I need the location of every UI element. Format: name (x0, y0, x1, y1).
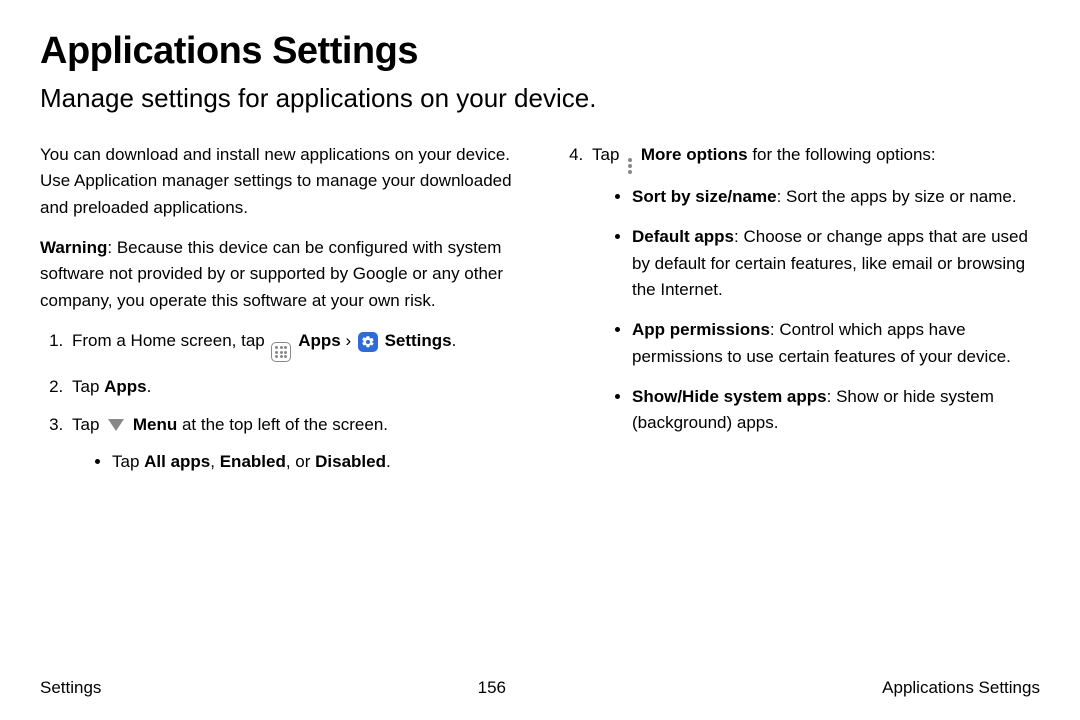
left-column: You can download and install new applica… (40, 142, 520, 489)
s3s-b2: Enabled (220, 452, 286, 471)
step3-sublist: Tap All apps, Enabled, or Disabled. (72, 449, 520, 475)
page-title: Applications Settings (40, 30, 1040, 73)
page-subtitle: Manage settings for applications on your… (40, 83, 1040, 114)
step3-prefix: Tap (72, 415, 104, 434)
apps-icon (271, 342, 291, 362)
opt4-b: Show/Hide system apps (632, 387, 827, 406)
page-footer: Settings 156 Applications Settings (40, 678, 1040, 698)
manual-page: Applications Settings Manage settings fo… (0, 0, 1080, 720)
warning-text: : Because this device can be configured … (40, 238, 503, 310)
opt1-t: : Sort the apps by size or name. (777, 187, 1017, 206)
s3s-s2: , or (286, 452, 315, 471)
step-3: Tap Menu at the top left of the screen. … (68, 412, 520, 475)
s3s-b1: All apps (144, 452, 210, 471)
steps-list-left: From a Home screen, tap Apps › Settings.… (40, 328, 520, 475)
option-show-hide: Show/Hide system apps: Show or hide syst… (632, 384, 1040, 437)
option-app-permissions: App permissions: Control which apps have… (632, 317, 1040, 370)
step1-settings-label: Settings (385, 331, 452, 350)
warning-label: Warning (40, 238, 107, 257)
settings-icon (358, 332, 378, 352)
step3-suffix: at the top left of the screen. (177, 415, 388, 434)
option-default-apps: Default apps: Choose or change apps that… (632, 224, 1040, 303)
step1-apps-label: Apps (298, 331, 341, 350)
s3s-b3: Disabled (315, 452, 386, 471)
step3-bold: Menu (128, 415, 177, 434)
opt3-b: App permissions (632, 320, 770, 339)
step1-prefix: From a Home screen, tap (72, 331, 269, 350)
s3s-s1: , (210, 452, 219, 471)
step2-end: . (147, 377, 152, 396)
step-2: Tap Apps. (68, 374, 520, 400)
warning-paragraph: Warning: Because this device can be conf… (40, 235, 520, 314)
step2-prefix: Tap (72, 377, 104, 396)
footer-left: Settings (40, 678, 101, 698)
step1-sep: › (345, 331, 355, 350)
opt1-b: Sort by size/name (632, 187, 777, 206)
footer-page-number: 156 (478, 678, 506, 698)
content-columns: You can download and install new applica… (40, 142, 1040, 489)
option-sort: Sort by size/name: Sort the apps by size… (632, 184, 1040, 210)
more-options-icon (628, 158, 632, 174)
menu-triangle-icon (108, 419, 124, 431)
step-4: Tap More options for the following optio… (588, 142, 1040, 437)
intro-paragraph: You can download and install new applica… (40, 142, 520, 221)
step3-sub-item: Tap All apps, Enabled, or Disabled. (112, 449, 520, 475)
steps-list-right: Tap More options for the following optio… (560, 142, 1040, 437)
step2-bold: Apps (104, 377, 147, 396)
step4-suffix: for the following options: (748, 145, 936, 164)
opt2-b: Default apps (632, 227, 734, 246)
right-column: Tap More options for the following optio… (560, 142, 1040, 489)
step4-options-list: Sort by size/name: Sort the apps by size… (592, 184, 1040, 437)
footer-right: Applications Settings (882, 678, 1040, 698)
s3s-end: . (386, 452, 391, 471)
step4-prefix: Tap (592, 145, 624, 164)
step-1: From a Home screen, tap Apps › Settings. (68, 328, 520, 362)
step1-end: . (452, 331, 457, 350)
s3s-prefix: Tap (112, 452, 144, 471)
step4-bold: More options (636, 145, 747, 164)
